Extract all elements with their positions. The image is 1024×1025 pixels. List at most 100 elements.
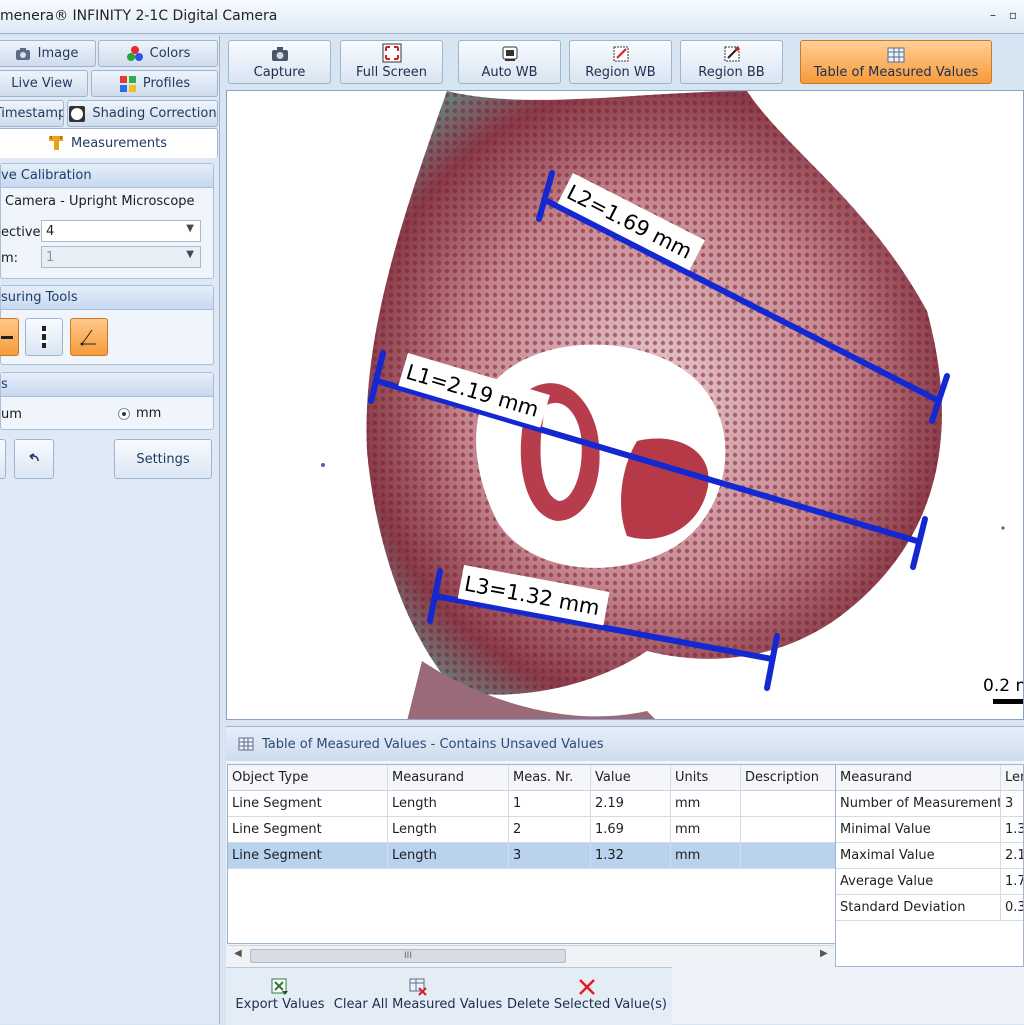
region-bb-icon bbox=[724, 46, 739, 62]
cell-description[interactable] bbox=[741, 817, 835, 843]
minimize-button[interactable]: – bbox=[986, 8, 1000, 22]
calibration-group: ve Calibration Camera - Upright Microsco… bbox=[0, 163, 214, 279]
maximize-button[interactable]: ▫ bbox=[1006, 8, 1020, 22]
stats-row: Standard Deviation 0.3 bbox=[836, 895, 1023, 921]
settings-button[interactable]: Settings bbox=[114, 439, 212, 479]
tab-measurements[interactable]: Measurements bbox=[0, 128, 218, 158]
stats-value: 3 bbox=[1005, 796, 1014, 811]
cell-nr: 2 bbox=[509, 817, 591, 843]
stats-value: 0.3 bbox=[1005, 900, 1024, 915]
cell-object-type: Line Segment bbox=[228, 791, 388, 817]
table-header-row: Object Type Measurand Meas. Nr. Value Un… bbox=[228, 765, 835, 791]
tab-timestamp[interactable]: Timestamp bbox=[0, 100, 64, 127]
tab-colors-label: Colors bbox=[149, 46, 191, 61]
cell-description[interactable] bbox=[741, 791, 835, 817]
image-viewer[interactable]: L2=1.69 mm L1=2.19 mm L3=1.32 mm 0.2 m bbox=[226, 90, 1024, 720]
window-title: menera® INFINITY 2-1C Digital Camera bbox=[0, 8, 278, 24]
column-header[interactable]: Units bbox=[671, 765, 741, 791]
column-header[interactable]: Len bbox=[1001, 765, 1023, 791]
stats-label: Minimal Value bbox=[836, 817, 1001, 843]
units-group: s um mm bbox=[0, 372, 214, 430]
stats-label: Standard Deviation bbox=[836, 895, 1001, 921]
stats-label: Maximal Value bbox=[836, 843, 1001, 869]
clear-all-label: Clear All Measured Values bbox=[333, 997, 503, 1012]
cell-value: 1.69 bbox=[591, 817, 671, 843]
profiles-grid-icon bbox=[119, 75, 136, 92]
line-tool-button[interactable] bbox=[0, 318, 19, 356]
region-wb-button[interactable]: Region WB bbox=[569, 40, 672, 84]
column-header[interactable]: Object Type bbox=[228, 765, 388, 791]
objective-select[interactable]: 4 ▼ bbox=[41, 220, 201, 242]
delete-selected-button[interactable]: Delete Selected Value(s) bbox=[507, 968, 667, 1016]
table-row[interactable]: Line Segment Length 1 2.19 mm bbox=[228, 791, 835, 817]
partial-button[interactable] bbox=[0, 439, 6, 479]
angle-tool-icon bbox=[80, 329, 96, 346]
stats-row: Minimal Value 1.3 bbox=[836, 817, 1023, 843]
auto-wb-button[interactable]: Auto WB bbox=[458, 40, 561, 84]
stats-value: 2.1 bbox=[1005, 848, 1024, 863]
cell-nr: 1 bbox=[509, 791, 591, 817]
column-header[interactable]: Measurand bbox=[836, 765, 1001, 791]
scroll-right-icon[interactable]: ▶ bbox=[820, 948, 828, 959]
cell-value: 2.19 bbox=[591, 791, 671, 817]
table-of-measured-values-label: Table of Measured Values bbox=[813, 65, 979, 80]
unit-mm-option[interactable]: mm bbox=[118, 406, 161, 421]
column-header[interactable]: Meas. Nr. bbox=[509, 765, 591, 791]
measuring-tools-header: suring Tools bbox=[1, 286, 213, 310]
column-header[interactable]: Measurand bbox=[388, 765, 509, 791]
tab-image[interactable]: Image bbox=[0, 40, 96, 67]
full-screen-label: Full Screen bbox=[355, 65, 428, 80]
full-screen-button[interactable]: Full Screen bbox=[340, 40, 443, 84]
title-bar: menera® INFINITY 2-1C Digital Camera – ▫ bbox=[0, 0, 1024, 34]
capture-button[interactable]: Capture bbox=[228, 40, 331, 84]
measurements-table: Object Type Measurand Meas. Nr. Value Un… bbox=[227, 764, 836, 944]
unit-mm-radio[interactable] bbox=[118, 407, 130, 420]
capture-camera-icon bbox=[271, 47, 288, 61]
cell-nr: 3 bbox=[509, 843, 591, 869]
camera-profile-label: Camera - Upright Microscope bbox=[5, 194, 195, 209]
unit-um-option[interactable]: um bbox=[1, 407, 22, 422]
unit-um-label: um bbox=[1, 407, 22, 422]
cell-description[interactable] bbox=[741, 843, 835, 869]
stats-row: Maximal Value 2.1 bbox=[836, 843, 1023, 869]
cell-value: 1.32 bbox=[591, 843, 671, 869]
tab-image-label: Image bbox=[37, 46, 79, 61]
segment-tool-button[interactable] bbox=[25, 318, 63, 356]
scale-bar-label: 0.2 m bbox=[983, 676, 1024, 696]
table-of-measured-values-button[interactable]: Table of Measured Values bbox=[800, 40, 992, 84]
table-icon bbox=[238, 737, 254, 751]
delete-x-icon bbox=[579, 979, 595, 995]
tab-profiles-label: Profiles bbox=[142, 76, 191, 91]
scroll-left-icon[interactable]: ◀ bbox=[234, 948, 242, 959]
cell-measurand: Length bbox=[388, 817, 509, 843]
clear-all-button[interactable]: Clear All Measured Values bbox=[334, 968, 502, 1016]
objective-label: ective: bbox=[1, 225, 45, 240]
tab-live-view[interactable]: Live View bbox=[0, 70, 88, 97]
cell-units: mm bbox=[671, 843, 741, 869]
table-row[interactable]: Line Segment Length 2 1.69 mm bbox=[228, 817, 835, 843]
measuring-tools-group: suring Tools bbox=[0, 285, 214, 365]
region-bb-label: Region BB bbox=[698, 65, 765, 80]
microscope-image: L2=1.69 mm L1=2.19 mm L3=1.32 mm 0.2 m bbox=[321, 91, 1024, 719]
stats-row: Average Value 1.7 bbox=[836, 869, 1023, 895]
table-row-selected[interactable]: Line Segment Length 3 1.32 mm bbox=[228, 843, 835, 869]
zoom-select[interactable]: 1 ▼ bbox=[41, 246, 201, 268]
column-header[interactable]: Value bbox=[591, 765, 671, 791]
cell-units: mm bbox=[671, 817, 741, 843]
undo-button[interactable] bbox=[14, 439, 54, 479]
region-bb-button[interactable]: Region BB bbox=[680, 40, 783, 84]
auto-wb-label: Auto WB bbox=[481, 65, 538, 80]
tab-live-view-label: Live View bbox=[11, 76, 73, 91]
export-excel-icon bbox=[271, 978, 288, 995]
tab-profiles[interactable]: Profiles bbox=[91, 70, 218, 97]
horizontal-scrollbar[interactable]: ◀ III ▶ bbox=[228, 945, 834, 965]
scroll-thumb[interactable]: III bbox=[250, 949, 566, 963]
tab-colors[interactable]: Colors bbox=[98, 40, 218, 67]
export-values-button[interactable]: Export Values bbox=[234, 968, 326, 1016]
column-header[interactable]: Description bbox=[741, 765, 835, 791]
angle-tool-button[interactable] bbox=[70, 318, 108, 356]
scale-bar: 0.2 m bbox=[979, 669, 1024, 715]
tab-shading-correction[interactable]: Shading Correction bbox=[67, 100, 218, 127]
calibration-header: ve Calibration bbox=[1, 164, 213, 188]
chevron-down-icon: ▼ bbox=[186, 249, 194, 260]
